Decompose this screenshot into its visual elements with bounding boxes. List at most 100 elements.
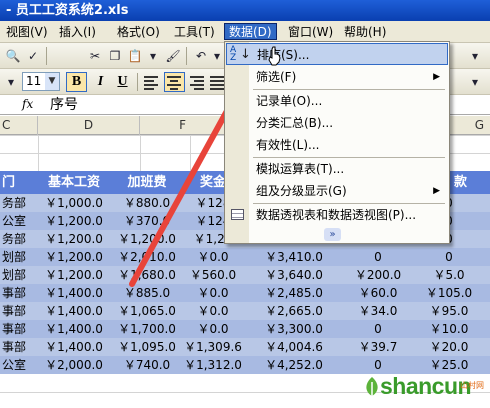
zoom-dropdown-icon[interactable]: ▾ — [466, 47, 484, 65]
table-cell[interactable]: 公室 — [0, 356, 38, 374]
expand-menu-icon[interactable]: » — [324, 228, 341, 241]
header-deduction[interactable]: 款 — [454, 171, 488, 194]
table-cell[interactable]: 公室 — [0, 212, 38, 230]
menu-tools[interactable]: 工具(T) — [170, 24, 219, 41]
table-cell[interactable]: ￥0.0 — [184, 284, 242, 302]
menu-window[interactable]: 窗口(W) — [284, 24, 337, 41]
table-cell[interactable]: ￥0.0 — [184, 320, 242, 338]
italic-button[interactable]: I — [90, 72, 111, 92]
table-cell[interactable]: ￥1,400.0 — [38, 320, 110, 338]
menu-item-subtotals[interactable]: 分类汇总(B)... — [226, 112, 448, 134]
table-cell[interactable]: 事部 — [0, 320, 38, 338]
menu-data[interactable]: 数据(D) — [224, 23, 277, 40]
menu-item-data-table[interactable]: 模拟运算表(T)... — [226, 158, 448, 180]
table-cell[interactable]: ￥1,400.0 — [38, 338, 110, 356]
table-cell[interactable]: 划部 — [0, 266, 38, 284]
table-cell[interactable]: ￥39.7 — [346, 338, 410, 356]
column-header-c[interactable]: C — [0, 116, 38, 135]
font-size-combo[interactable]: 11 ▼ — [22, 72, 60, 91]
table-cell[interactable]: ￥4,252.0 — [242, 356, 346, 374]
table-cell[interactable]: ￥880.0 — [110, 194, 184, 212]
format-painter-icon[interactable]: 🖌 — [164, 47, 182, 65]
header-dept[interactable]: 门 — [0, 171, 38, 194]
table-cell[interactable]: 事部 — [0, 302, 38, 320]
cut-icon[interactable]: ✂ — [86, 47, 104, 65]
table-cell[interactable]: ￥60.0 — [346, 284, 410, 302]
table-cell[interactable]: ￥2,000.0 — [38, 356, 110, 374]
table-cell[interactable]: ￥2,010.0 — [110, 248, 184, 266]
table-cell[interactable]: 事部 — [0, 338, 38, 356]
formula-content[interactable]: 序号 — [50, 96, 78, 114]
chevron-down-icon[interactable]: ▼ — [45, 73, 59, 90]
bold-button[interactable]: B — [66, 72, 87, 92]
table-cell[interactable]: ￥2,485.0 — [242, 284, 346, 302]
table-cell[interactable]: ￥105.0 — [410, 284, 488, 302]
menu-format[interactable]: 格式(O) — [113, 24, 164, 41]
menu-item-pivot-table[interactable]: 数据透视表和数据透视图(P)... — [226, 204, 448, 226]
table-cell[interactable]: ￥200.0 — [346, 266, 410, 284]
table-cell[interactable]: ￥1,700.0 — [110, 320, 184, 338]
table-cell[interactable]: ￥1,312.0 — [184, 356, 242, 374]
align-center-button[interactable] — [164, 72, 185, 92]
table-cell[interactable]: ￥3,640.0 — [242, 266, 346, 284]
table-cell[interactable]: ￥740.0 — [110, 356, 184, 374]
table-cell[interactable]: ￥1,680.0 — [110, 266, 184, 284]
table-cell[interactable]: ￥0.0 — [184, 302, 242, 320]
print-preview-icon[interactable]: 🔍 — [4, 47, 22, 65]
table-cell[interactable]: ￥1,400.0 — [38, 284, 110, 302]
menu-view[interactable]: 视图(V) — [2, 24, 52, 41]
menu-item-filter[interactable]: 筛选(F) ▶ — [226, 66, 448, 88]
menu-item-form[interactable]: 记录单(O)... — [226, 90, 448, 112]
column-header-f[interactable]: F — [140, 116, 190, 135]
menu-insert[interactable]: 插入(I) — [55, 24, 100, 41]
table-cell[interactable]: 划部 — [0, 248, 38, 266]
table-cell[interactable]: ￥4,004.6 — [242, 338, 346, 356]
table-cell[interactable]: 事部 — [0, 284, 38, 302]
table-cell[interactable]: 务部 — [0, 194, 38, 212]
table-cell[interactable]: ￥1,095.0 — [110, 338, 184, 356]
spellcheck-icon[interactable]: ✓ — [24, 47, 42, 65]
table-cell[interactable]: 务部 — [0, 230, 38, 248]
align-right-icon[interactable] — [190, 74, 206, 90]
table-cell[interactable]: ￥34.0 — [346, 302, 410, 320]
header-overtime[interactable]: 加班费 — [110, 171, 184, 194]
table-cell[interactable]: ￥885.0 — [110, 284, 184, 302]
table-cell[interactable]: ￥2,665.0 — [242, 302, 346, 320]
menu-item-sort[interactable]: A Z ↓ 排序(S)... — [226, 43, 448, 65]
table-cell[interactable]: ￥1,200.0 — [38, 248, 110, 266]
function-icon[interactable]: fx — [22, 97, 33, 111]
font-dropdown-icon[interactable]: ▾ — [2, 73, 20, 91]
table-cell[interactable]: ￥1,309.6 — [184, 338, 242, 356]
table-cell[interactable]: ￥1,200.0 — [38, 212, 110, 230]
table-cell[interactable]: ￥5.0 — [410, 266, 488, 284]
table-cell[interactable]: ￥95.0 — [410, 302, 488, 320]
paste-icon[interactable]: 📋 — [126, 47, 144, 65]
table-cell[interactable]: 0 — [346, 320, 410, 338]
table-cell[interactable]: ￥0.0 — [184, 248, 242, 266]
align-left-icon[interactable] — [144, 74, 160, 90]
table-cell[interactable]: 0 — [410, 248, 488, 266]
table-cell[interactable]: 0 — [346, 248, 410, 266]
table-cell[interactable]: ￥1,200.0 — [110, 230, 184, 248]
table-cell[interactable]: ￥3,300.0 — [242, 320, 346, 338]
menu-item-validation[interactable]: 有效性(L)... — [226, 134, 448, 156]
table-cell[interactable]: ￥10.0 — [410, 320, 488, 338]
underline-button[interactable]: U — [112, 72, 133, 92]
table-cell[interactable]: ￥1,400.0 — [38, 302, 110, 320]
menu-item-group-outline[interactable]: 组及分级显示(G) ▶ — [226, 180, 448, 202]
table-cell[interactable]: ￥370.0 — [110, 212, 184, 230]
column-header-g[interactable]: G — [448, 116, 490, 135]
table-cell[interactable]: ￥1,000.0 — [38, 194, 110, 212]
table-cell[interactable]: ￥560.0 — [184, 266, 242, 284]
table-cell[interactable]: ￥1,200.0 — [38, 266, 110, 284]
table-cell[interactable]: ￥1,200.0 — [38, 230, 110, 248]
paste-dropdown-icon[interactable]: ▾ — [144, 47, 162, 65]
table-cell[interactable]: ￥20.0 — [410, 338, 488, 356]
column-header-d[interactable]: D — [38, 116, 140, 135]
header-base-salary[interactable]: 基本工资 — [38, 171, 110, 194]
copy-icon[interactable]: ❐ — [106, 47, 124, 65]
table-cell[interactable]: ￥1,065.0 — [110, 302, 184, 320]
table-cell[interactable]: ￥3,410.0 — [242, 248, 346, 266]
menu-help[interactable]: 帮助(H) — [340, 24, 390, 41]
font-color-dropdown-icon[interactable]: ▾ — [466, 73, 484, 91]
